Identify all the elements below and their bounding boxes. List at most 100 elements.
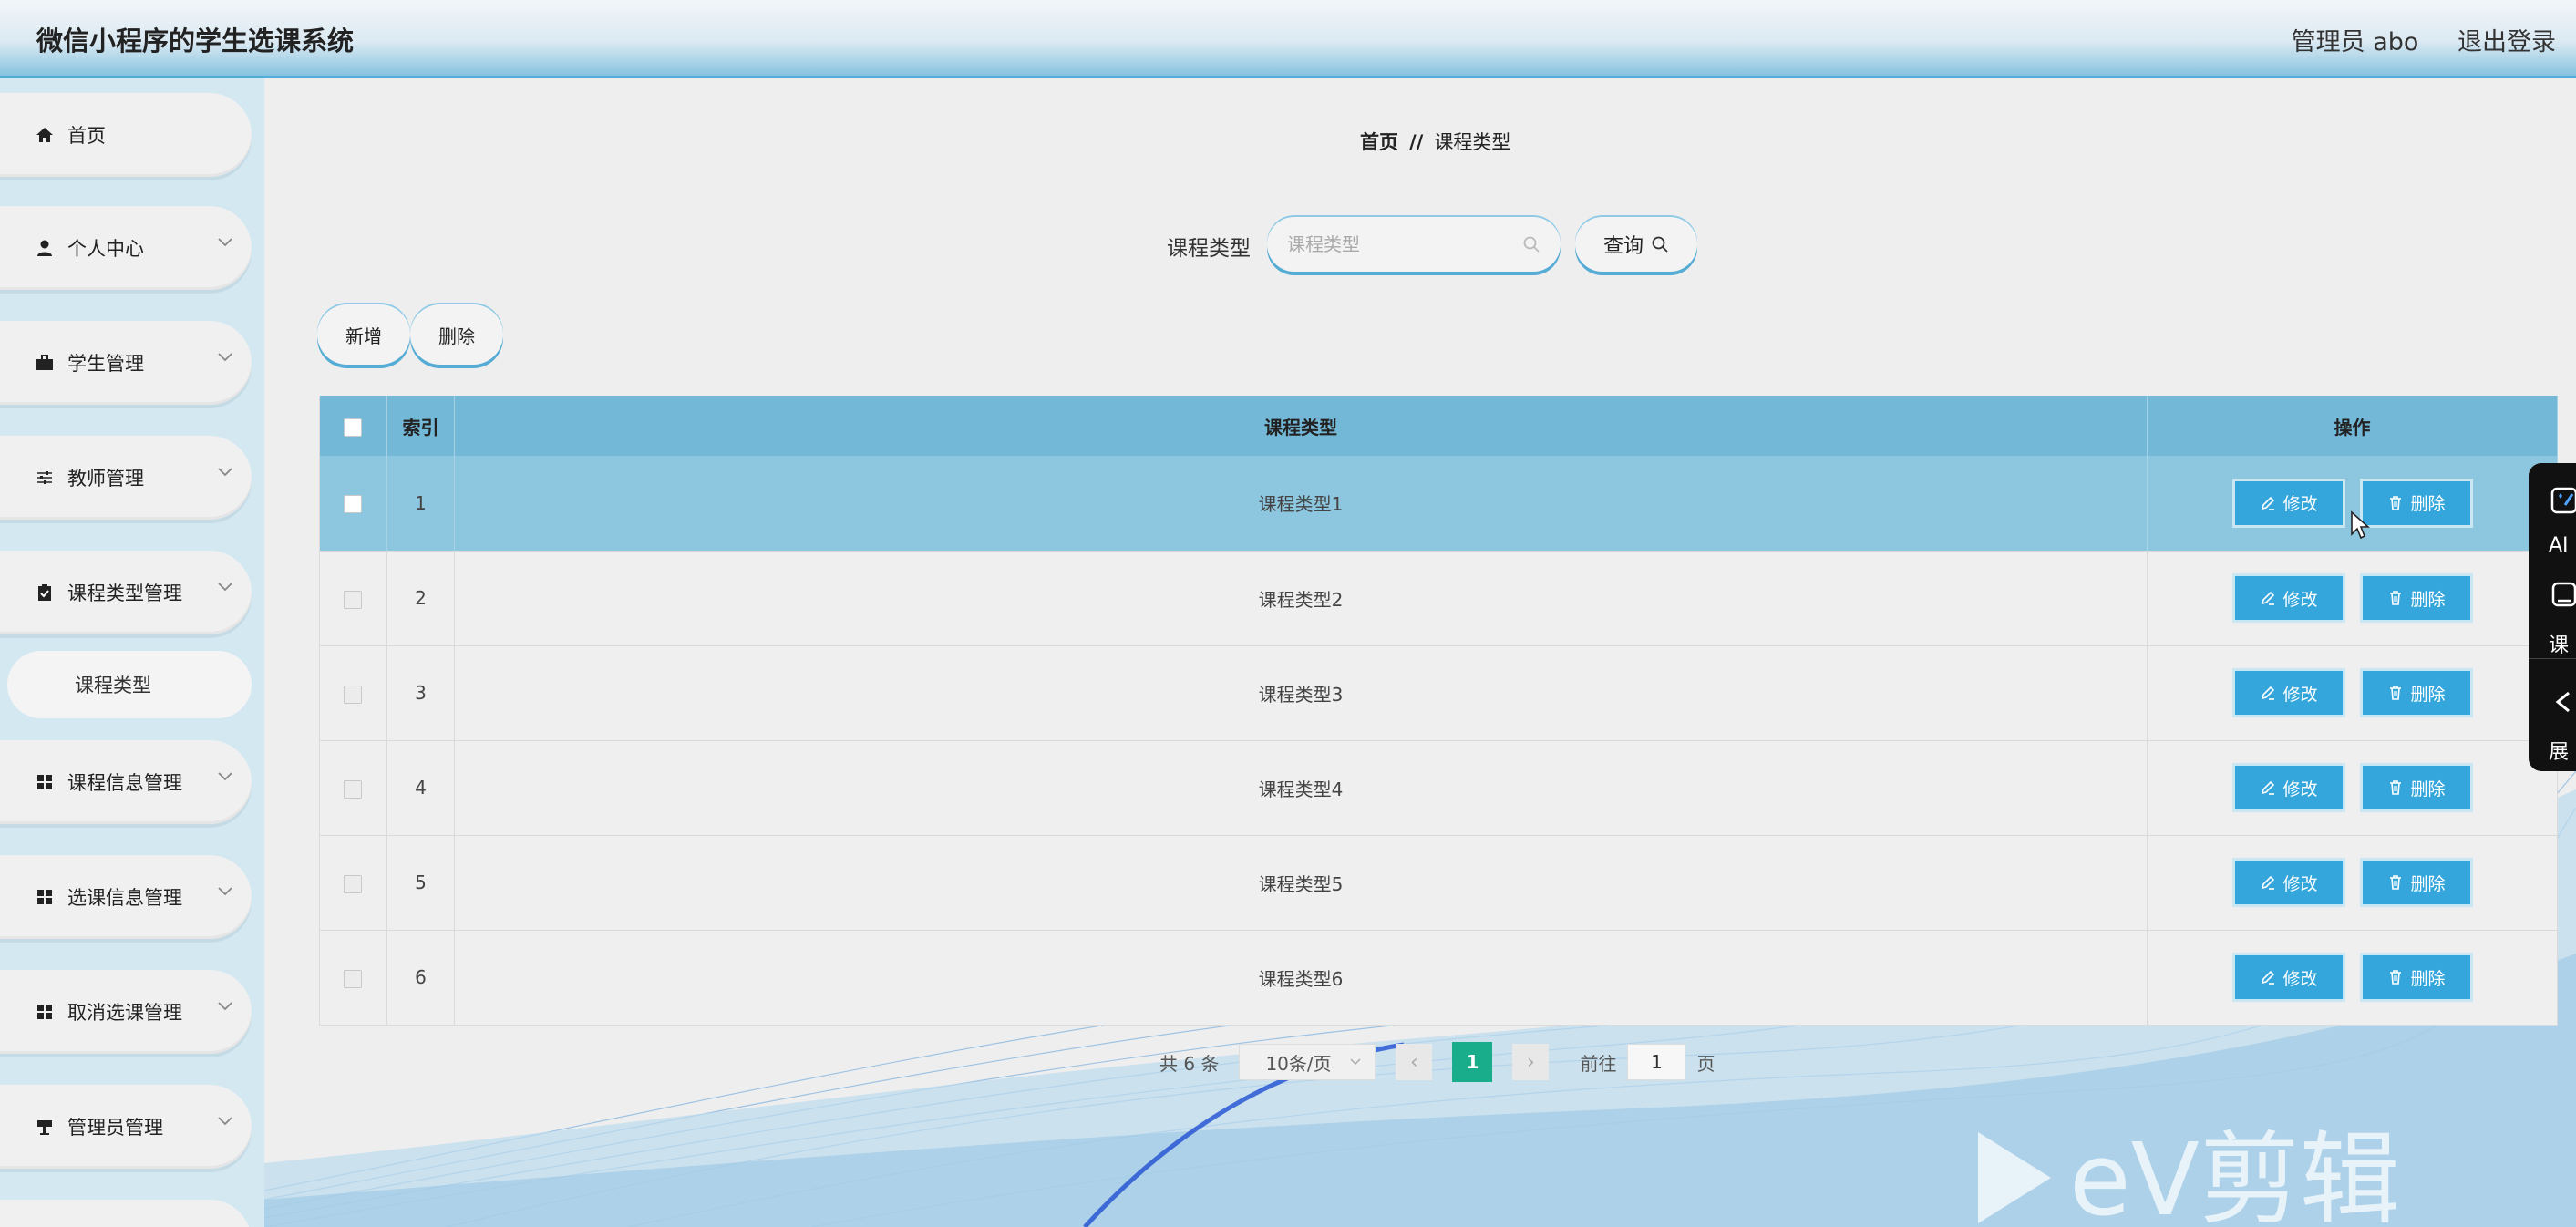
chevron-down-icon xyxy=(218,468,232,477)
edit-button[interactable]: 修改 xyxy=(2231,573,2345,623)
trash-icon xyxy=(2389,591,2401,605)
row-course-type: 课程类型4 xyxy=(454,740,2148,836)
edit-icon xyxy=(2261,970,2274,985)
sidebar-item-cancel-enrollment[interactable]: 取消选课管理 xyxy=(0,970,252,1054)
query-button-label: 查询 xyxy=(1602,235,1643,258)
row-select-cell xyxy=(319,456,387,552)
trash-icon xyxy=(2389,875,2401,890)
row-actions: 修改 删除 xyxy=(2147,930,2558,1026)
sidebar-item-label: 管理员管理 xyxy=(67,1117,163,1139)
grid-icon xyxy=(35,1002,55,1022)
app-title: 微信小程序的学生选课系统 xyxy=(36,26,355,57)
chevron-down-icon xyxy=(218,238,232,247)
edit-button[interactable]: 修改 xyxy=(2231,858,2345,907)
sidebar-item-label: 首页 xyxy=(67,125,106,147)
delete-button[interactable]: 删除 xyxy=(2359,478,2473,528)
prev-page-button[interactable]: ‹ xyxy=(1396,1044,1433,1080)
row-index: 1 xyxy=(386,456,455,552)
edit-button-label: 修改 xyxy=(2282,589,2318,610)
sidebar-item-profile[interactable]: 个人中心 xyxy=(0,206,252,290)
sidebar-item-label: 个人中心 xyxy=(67,238,144,260)
sidebar-item-label: 课程类型管理 xyxy=(67,583,182,604)
edit-button[interactable]: 修改 xyxy=(2231,763,2345,812)
user-icon xyxy=(35,238,55,258)
row-index: 6 xyxy=(386,930,455,1026)
float-panel-course[interactable]: 课 xyxy=(2529,558,2576,657)
trash-icon xyxy=(2389,495,2401,510)
delete-button[interactable]: 删除 xyxy=(2359,573,2473,623)
edit-icon xyxy=(2261,780,2274,795)
edit-button[interactable]: 修改 xyxy=(2231,668,2345,717)
row-actions: 修改 删除 xyxy=(2147,645,2558,741)
sidebar-item-students[interactable]: 学生管理 xyxy=(0,321,252,405)
row-index: 2 xyxy=(386,551,455,646)
delete-button[interactable]: 删除 xyxy=(2359,858,2473,907)
actions-column-header: 操作 xyxy=(2147,396,2558,456)
chevron-right-icon: › xyxy=(1527,1050,1535,1074)
query-button[interactable]: 查询 xyxy=(1575,217,1697,272)
briefcase-icon xyxy=(35,353,55,373)
mouse-cursor-icon xyxy=(2351,510,2370,540)
chevron-down-icon xyxy=(218,887,232,896)
delete-button-label: 删除 xyxy=(2410,873,2446,894)
goto-page-input[interactable]: 1 xyxy=(1627,1044,1686,1080)
page-size-select[interactable]: 10条/页 xyxy=(1239,1044,1376,1080)
page-number-button[interactable]: 1 xyxy=(1452,1042,1493,1082)
edit-icon xyxy=(2261,591,2274,605)
search-input[interactable] xyxy=(1287,233,1522,255)
row-course-type: 课程类型3 xyxy=(454,645,2148,741)
delete-button[interactable]: 删除 xyxy=(2359,763,2473,812)
logout-link[interactable]: 退出登录 xyxy=(2458,28,2556,57)
row-checkbox[interactable] xyxy=(344,685,363,704)
delete-button[interactable]: 删除 xyxy=(2359,668,2473,717)
row-checkbox[interactable] xyxy=(344,779,363,799)
breadcrumb-separator: // xyxy=(1409,131,1424,153)
edit-button-label: 修改 xyxy=(2282,494,2318,515)
podium-icon xyxy=(35,1117,55,1137)
float-panel-expand[interactable]: 展 xyxy=(2529,665,2576,764)
row-checkbox[interactable] xyxy=(344,969,363,988)
search-icon xyxy=(1523,236,1540,253)
sidebar: 首页 个人中心 学生管理 教师管理 课程类型管理 课程类型 课程信息管理 选课信… xyxy=(0,78,264,1227)
table-row: 4 课程类型4 修改 删除 xyxy=(319,740,2558,836)
sidebar-item-admins[interactable]: 管理员管理 xyxy=(0,1085,252,1169)
edit-button[interactable]: 修改 xyxy=(2231,478,2345,528)
grid-icon xyxy=(35,772,55,792)
delete-button[interactable]: 删除 xyxy=(2359,953,2473,1002)
edit-button-label: 修改 xyxy=(2282,968,2318,989)
row-checkbox[interactable] xyxy=(344,590,363,609)
next-page-button[interactable]: › xyxy=(1512,1044,1550,1080)
trash-icon xyxy=(2389,686,2401,700)
delete-button-label: 删除 xyxy=(2410,968,2446,989)
chevron-left-icon: ‹ xyxy=(1410,1050,1418,1074)
edit-button-label: 修改 xyxy=(2282,684,2318,705)
row-checkbox[interactable] xyxy=(344,495,363,514)
sidebar-item-course-types[interactable]: 课程类型管理 xyxy=(0,551,252,634)
clipboard-check-icon xyxy=(35,583,55,603)
sidebar-subitem-course-type[interactable]: 课程类型 xyxy=(7,651,252,718)
table-header-row: 索引 课程类型 操作 xyxy=(319,396,2558,456)
sidebar-item-enrollment-info[interactable]: 选课信息管理 xyxy=(0,855,252,939)
search-field[interactable] xyxy=(1267,217,1561,272)
index-column-header: 索引 xyxy=(386,396,455,456)
delete-button-label: 删除 xyxy=(2410,589,2446,610)
sidebar-item-more[interactable] xyxy=(0,1200,252,1227)
batch-delete-button[interactable]: 删除 xyxy=(410,304,503,365)
chevron-down-icon xyxy=(1350,1058,1361,1066)
add-button[interactable]: 新增 xyxy=(317,304,410,365)
select-all-checkbox[interactable] xyxy=(344,418,363,437)
sidebar-item-teachers[interactable]: 教师管理 xyxy=(0,436,252,520)
float-panel-divider xyxy=(2529,658,2576,659)
float-panel-ai[interactable]: AI xyxy=(2529,463,2576,558)
row-course-type: 课程类型6 xyxy=(454,930,2148,1026)
sidebar-item-course-info[interactable]: 课程信息管理 xyxy=(0,740,252,824)
row-checkbox[interactable] xyxy=(344,874,363,893)
float-panel-label: 课 xyxy=(2549,634,2570,657)
breadcrumb-home[interactable]: 首页 xyxy=(1360,131,1398,153)
row-select-cell xyxy=(319,740,387,836)
sidebar-item-home[interactable]: 首页 xyxy=(0,93,252,177)
table-row: 5 课程类型5 修改 删除 xyxy=(319,835,2558,931)
edit-button[interactable]: 修改 xyxy=(2231,953,2345,1002)
tablet-icon xyxy=(2551,582,2576,607)
edit-icon xyxy=(2261,686,2274,700)
